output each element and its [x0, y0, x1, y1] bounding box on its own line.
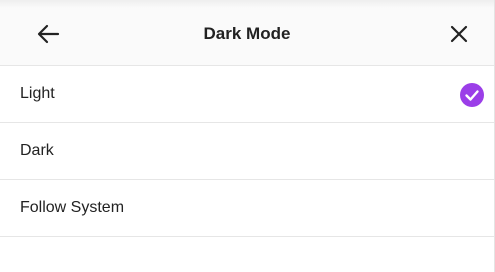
- option-label: Dark: [20, 142, 54, 159]
- header-shadow: [0, 0, 494, 8]
- option-follow-system[interactable]: Follow System: [0, 180, 494, 237]
- header-bar: Dark Mode: [0, 0, 494, 66]
- dark-mode-dialog: Dark Mode Light Dark Follow System: [0, 0, 495, 272]
- option-dark[interactable]: Dark: [0, 123, 494, 180]
- page-title: Dark Mode: [203, 24, 291, 43]
- close-button[interactable]: [446, 22, 472, 46]
- check-circle-icon: [460, 83, 484, 107]
- mode-option-list: Light Dark Follow System: [0, 66, 494, 237]
- option-label: Light: [20, 85, 55, 102]
- option-light[interactable]: Light: [0, 66, 494, 123]
- close-icon: [450, 25, 468, 43]
- option-label: Follow System: [20, 199, 125, 216]
